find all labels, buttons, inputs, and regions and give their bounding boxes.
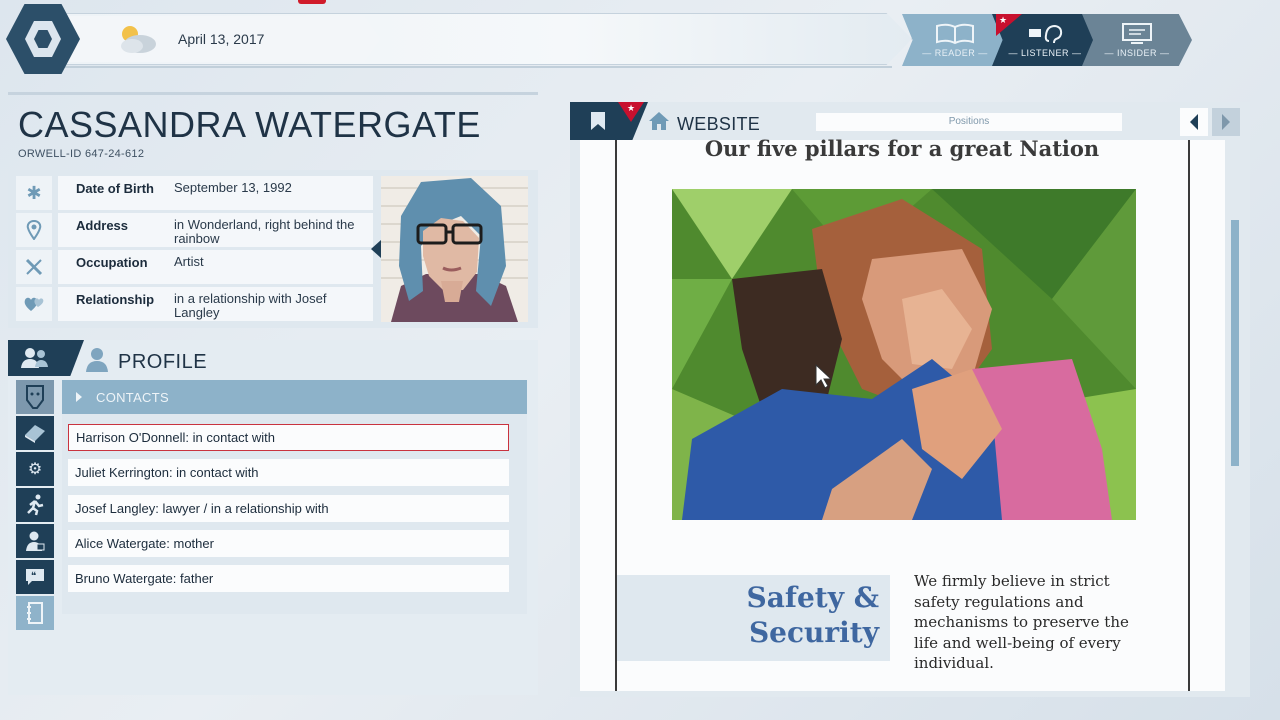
top-bar-divider	[62, 66, 892, 68]
section-body: We firmly believe in strict safety regul…	[914, 572, 1129, 672]
tab-listener-label: — LISTENER —	[1008, 47, 1082, 58]
chevron-right-icon	[1222, 114, 1230, 130]
book-icon	[936, 23, 974, 44]
people-icon	[21, 348, 48, 368]
profile-title: PROFILE	[118, 351, 208, 373]
person-icon	[86, 348, 108, 372]
contact-item[interactable]: Josef Langley: lawyer / in a relationshi…	[68, 495, 509, 522]
left-panel-divider	[8, 92, 538, 95]
hearts-icon	[16, 287, 52, 321]
page-heading: Our five pillars for a great Nation	[704, 136, 1100, 161]
contact-item[interactable]: Bruno Watergate: father	[68, 565, 509, 592]
field-occupation: Occupation Artist	[58, 250, 373, 284]
profile-side-nav: ⚙ ❝	[16, 380, 62, 632]
face-icon[interactable]	[16, 380, 54, 414]
field-value: Artist	[174, 254, 204, 269]
asterisk-icon: ✱	[16, 176, 52, 210]
badge-star: ★	[999, 15, 1008, 25]
chevron-right-icon	[76, 392, 82, 402]
section-title: Safety & Security	[746, 581, 879, 649]
tab-insider-label: — INSIDER —	[1104, 47, 1170, 58]
scrollbar-thumb[interactable]	[1231, 220, 1239, 466]
chevron-left-icon	[1190, 114, 1198, 130]
flag-star: ★	[627, 103, 636, 113]
gears-icon[interactable]: ⚙	[16, 452, 54, 486]
back-button[interactable]	[1180, 108, 1208, 136]
forward-button[interactable]	[1212, 108, 1240, 136]
field-value: in Wonderland, right behind the rainbow	[174, 217, 355, 246]
tab-insider[interactable]: — INSIDER —	[1082, 14, 1192, 66]
notebook-icon[interactable]	[16, 596, 54, 630]
bookmark-icon[interactable]	[590, 111, 606, 131]
field-value: September 13, 1992	[174, 180, 292, 195]
ear-icon	[1029, 24, 1063, 43]
contacts-section-header[interactable]: CONTACTS	[62, 380, 527, 414]
home-icon[interactable]	[648, 111, 670, 131]
field-key: Relationship	[76, 292, 155, 307]
location-pin-icon	[16, 213, 52, 247]
person-portrait	[381, 176, 528, 322]
contact-item[interactable]: Juliet Kerrington: in contact with	[68, 459, 509, 486]
person-badge-icon[interactable]	[16, 524, 54, 558]
info-icon-column: ✱	[16, 176, 54, 324]
book-icon[interactable]	[16, 416, 54, 450]
person-name: CASSANDRA WATERGATE	[18, 104, 481, 145]
page-border-right	[1188, 140, 1190, 691]
tab-reader-label: — READER —	[922, 47, 988, 58]
top-red-indicator	[298, 0, 326, 4]
monitor-icon	[1122, 22, 1152, 44]
contact-item[interactable]: Alice Watergate: mother	[68, 530, 509, 557]
hero-image	[672, 189, 1136, 520]
weather-partly-cloudy-icon	[121, 26, 156, 53]
current-date: April 13, 2017	[178, 31, 265, 47]
field-key: Occupation	[76, 255, 148, 270]
speech-bubble-icon[interactable]: ❝	[16, 560, 54, 594]
orwell-id: ORWELL-ID 647-24-612	[18, 148, 145, 160]
contacts-label: CONTACTS	[96, 389, 169, 405]
url-field[interactable]: Positions	[816, 113, 1122, 131]
mouse-cursor-icon	[815, 364, 833, 389]
field-value: in a relationship with Josef Langley	[174, 291, 327, 320]
tools-icon	[16, 250, 52, 284]
field-address: Address in Wonderland, right behind the …	[58, 213, 373, 247]
field-relationship: Relationship in a relationship with Jose…	[58, 287, 373, 321]
svg-text:❝: ❝	[31, 571, 36, 582]
field-key: Date of Birth	[76, 181, 154, 196]
tab-reader[interactable]: — READER —	[902, 14, 1008, 66]
field-date-of-birth: Date of Birth September 13, 1992	[58, 176, 373, 210]
runner-icon[interactable]	[16, 488, 54, 522]
field-key: Address	[76, 218, 129, 233]
contact-item[interactable]: Harrison O'Donnell: in contact with	[68, 424, 509, 451]
website-tab-label: WEBSITE	[677, 114, 761, 134]
